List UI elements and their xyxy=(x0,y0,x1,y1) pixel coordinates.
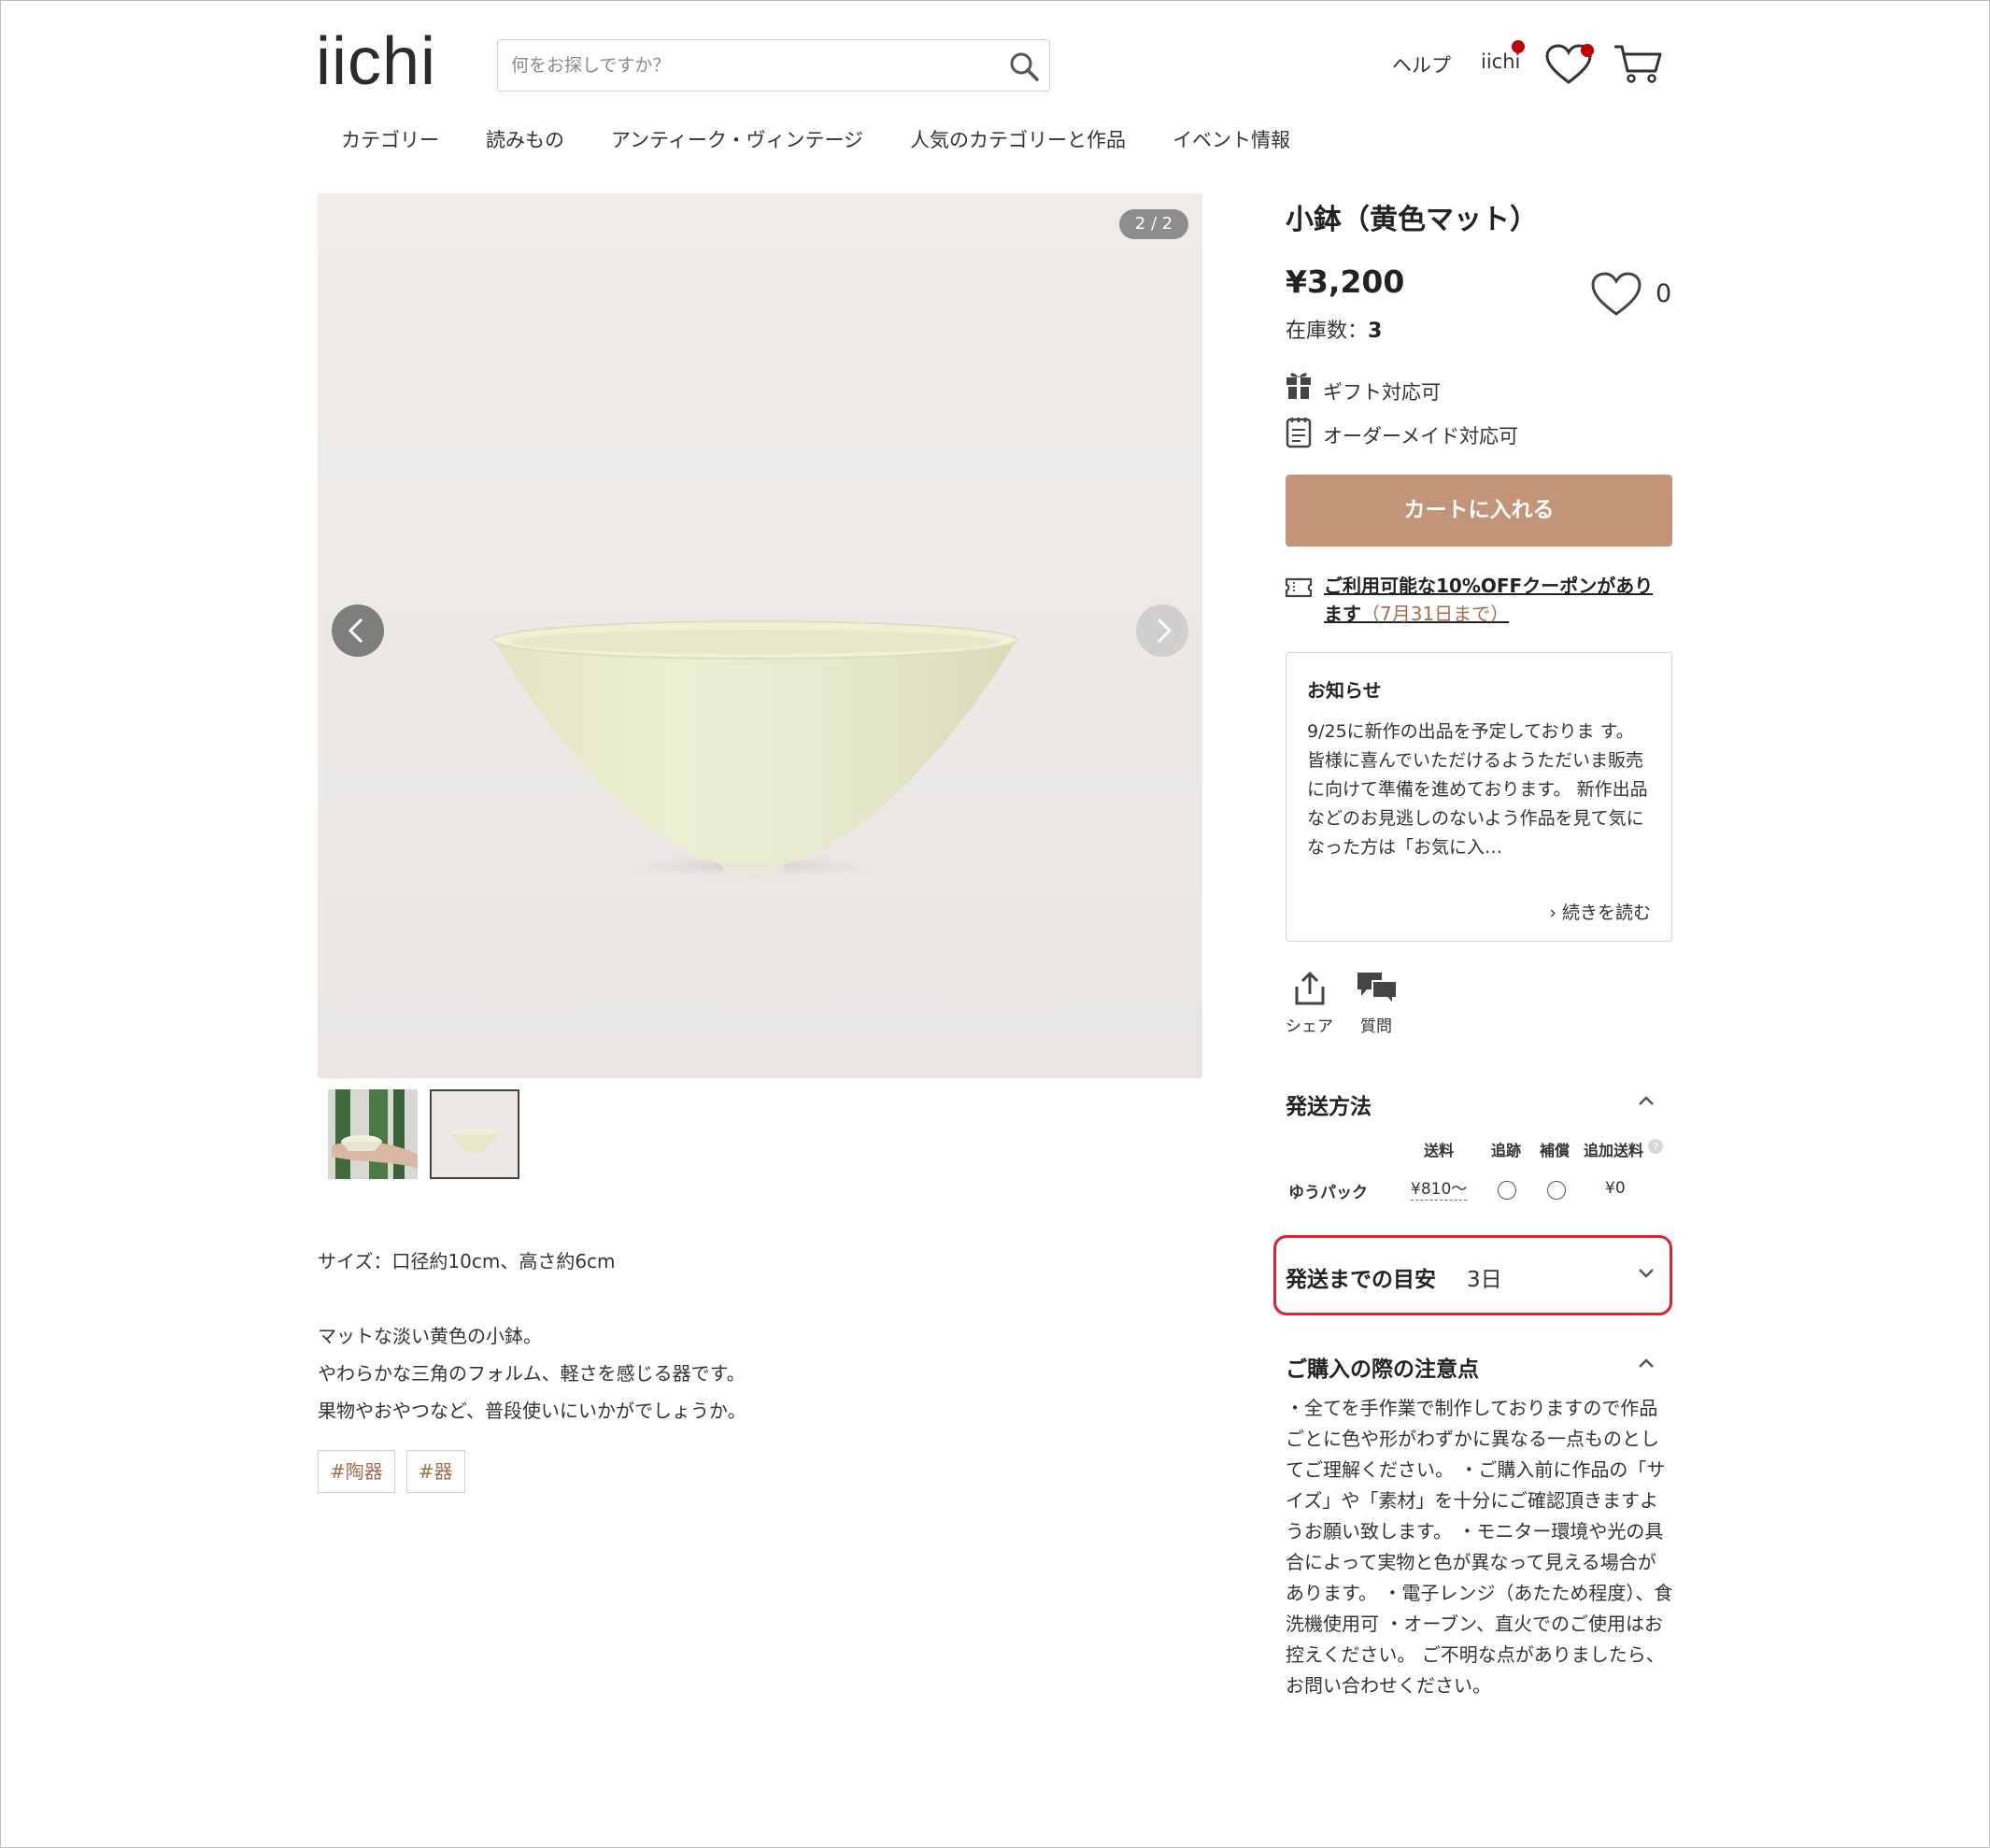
search-bar[interactable] xyxy=(497,39,1050,92)
stock-info: 在庫数：3 xyxy=(1286,314,1382,344)
stock-value: 3 xyxy=(1368,320,1383,343)
svg-text:?: ? xyxy=(1653,1141,1658,1153)
read-more-link[interactable]: › 続きを読む xyxy=(1549,899,1651,924)
favorite-count: 0 xyxy=(1656,279,1672,308)
search-input[interactable] xyxy=(498,40,993,91)
user-menu[interactable]: iichi xyxy=(1481,50,1520,73)
notice-heading: お知らせ xyxy=(1307,679,1382,702)
chevron-left-icon xyxy=(348,618,363,644)
chevron-up-icon[interactable] xyxy=(1635,1352,1657,1374)
chevron-right-icon xyxy=(1157,618,1173,644)
favorite-heart-icon[interactable] xyxy=(1590,271,1642,318)
gift-available: ギフト対応可 xyxy=(1323,381,1441,404)
prev-image-button[interactable] xyxy=(332,604,384,657)
question-label[interactable]: 質問 xyxy=(1360,1013,1392,1036)
purchase-notes-heading[interactable]: ご購入の際の注意点 xyxy=(1286,1351,1479,1383)
thumbnail-1[interactable] xyxy=(328,1089,418,1179)
col-tracking: 追跡 xyxy=(1491,1142,1522,1159)
coupon-deadline: （7月31日まで） xyxy=(1361,603,1510,625)
ship-method: ゆうパック xyxy=(1288,1184,1368,1202)
chevron-up-icon[interactable] xyxy=(1635,1089,1657,1112)
cart-icon[interactable] xyxy=(1613,43,1663,84)
order-made-icon xyxy=(1286,418,1312,448)
coupon-text-2: ます xyxy=(1324,603,1361,625)
notice-box: お知らせ 9/25に新作の出品を予定しておりま す。 皆様に喜んでいただけるよう… xyxy=(1286,652,1672,942)
col-compensation: 補償 xyxy=(1540,1142,1571,1159)
favorites-notification-dot xyxy=(1581,44,1594,57)
next-image-button[interactable] xyxy=(1136,604,1188,657)
coupon-link[interactable]: ご利用可能な10%OFFクーポンがあり ます（7月31日まで） xyxy=(1324,572,1674,628)
help-circle-icon[interactable]: ? xyxy=(1647,1138,1664,1155)
tag-vessel[interactable]: #器 xyxy=(405,1450,465,1493)
tracking-indicator xyxy=(1498,1181,1516,1200)
shipping-heading[interactable]: 発送方法 xyxy=(1286,1088,1372,1120)
search-icon[interactable] xyxy=(1008,50,1040,82)
category-nav: カテゴリー 読みもの アンティーク・ヴィンテージ 人気のカテゴリーと作品 イベン… xyxy=(341,125,1337,153)
tag-list: #陶器 #器 xyxy=(318,1450,465,1493)
nav-antique-vintage[interactable]: アンティーク・ヴィンテージ xyxy=(611,125,863,153)
share-icon[interactable] xyxy=(1291,970,1329,1007)
compensation-indicator xyxy=(1547,1181,1566,1200)
notice-body: 9/25に新作の出品を予定しておりま す。 皆様に喜んでいただけるようただいま販… xyxy=(1307,721,1648,858)
help-link[interactable]: ヘルプ xyxy=(1392,50,1451,78)
purchase-notes-text: ・全てを手作業で制作しておりますので作品ごとに色や形がわずかに異なる一点ものとし… xyxy=(1286,1397,1673,1697)
coupon-text-1: ご利用可能な10%OFFクーポンがあり xyxy=(1324,575,1654,597)
site-logo[interactable]: iichi xyxy=(316,28,436,95)
stock-label: 在庫数： xyxy=(1286,320,1369,343)
description-line: 果物やおやつなど、普段使いにいかがでしょうか。 xyxy=(318,1400,746,1422)
bowl-image xyxy=(491,620,1018,879)
order-made-available: オーダーメイド対応可 xyxy=(1323,425,1519,448)
tag-ceramics[interactable]: #陶器 xyxy=(318,1450,395,1493)
product-title: 小鉢（黄色マット） xyxy=(1286,204,1538,236)
image-counter: 2 / 2 xyxy=(1119,209,1188,239)
chevron-down-icon[interactable] xyxy=(1635,1261,1657,1284)
hand-bowl-thumbnail-image xyxy=(328,1089,418,1179)
col-fee: 送料 xyxy=(1424,1142,1455,1159)
thumbnail-2[interactable] xyxy=(430,1089,519,1179)
description-line: やわらかな三角のフォルム、軽さを感じる器です。 xyxy=(318,1362,746,1385)
product-description: サイズ：口径約10cm、高さ約6cm マットな淡い黄色の小鉢。 やわらかな三角の… xyxy=(318,1243,746,1429)
share-label[interactable]: シェア xyxy=(1286,1013,1333,1036)
col-additional: 追加送料 xyxy=(1584,1142,1644,1159)
nav-events[interactable]: イベント情報 xyxy=(1173,125,1290,153)
size-text: サイズ：口径約10cm、高さ約6cm xyxy=(318,1250,616,1272)
user-notification-dot xyxy=(1512,40,1525,53)
product-price: ¥3,200 xyxy=(1286,263,1405,300)
nav-category[interactable]: カテゴリー xyxy=(341,125,439,153)
ship-fee[interactable]: ¥810〜 xyxy=(1411,1179,1468,1201)
description-line: マットな淡い黄色の小鉢。 xyxy=(318,1325,542,1347)
question-chat-icon[interactable] xyxy=(1356,970,1399,1005)
yellow-bowl-thumbnail-image xyxy=(432,1091,518,1177)
eta-label[interactable]: 発送までの目安 xyxy=(1286,1261,1436,1293)
coupon-icon xyxy=(1285,577,1313,598)
product-main-image: 2 / 2 xyxy=(318,193,1202,1078)
ship-extra: ¥0 xyxy=(1605,1179,1626,1198)
nav-reading[interactable]: 読みもの xyxy=(486,125,564,153)
add-to-cart-button[interactable]: カートに入れる xyxy=(1286,475,1672,547)
eta-value: 3日 xyxy=(1467,1268,1502,1292)
nav-popular[interactable]: 人気のカテゴリーと作品 xyxy=(910,125,1126,153)
gift-icon xyxy=(1286,373,1311,399)
